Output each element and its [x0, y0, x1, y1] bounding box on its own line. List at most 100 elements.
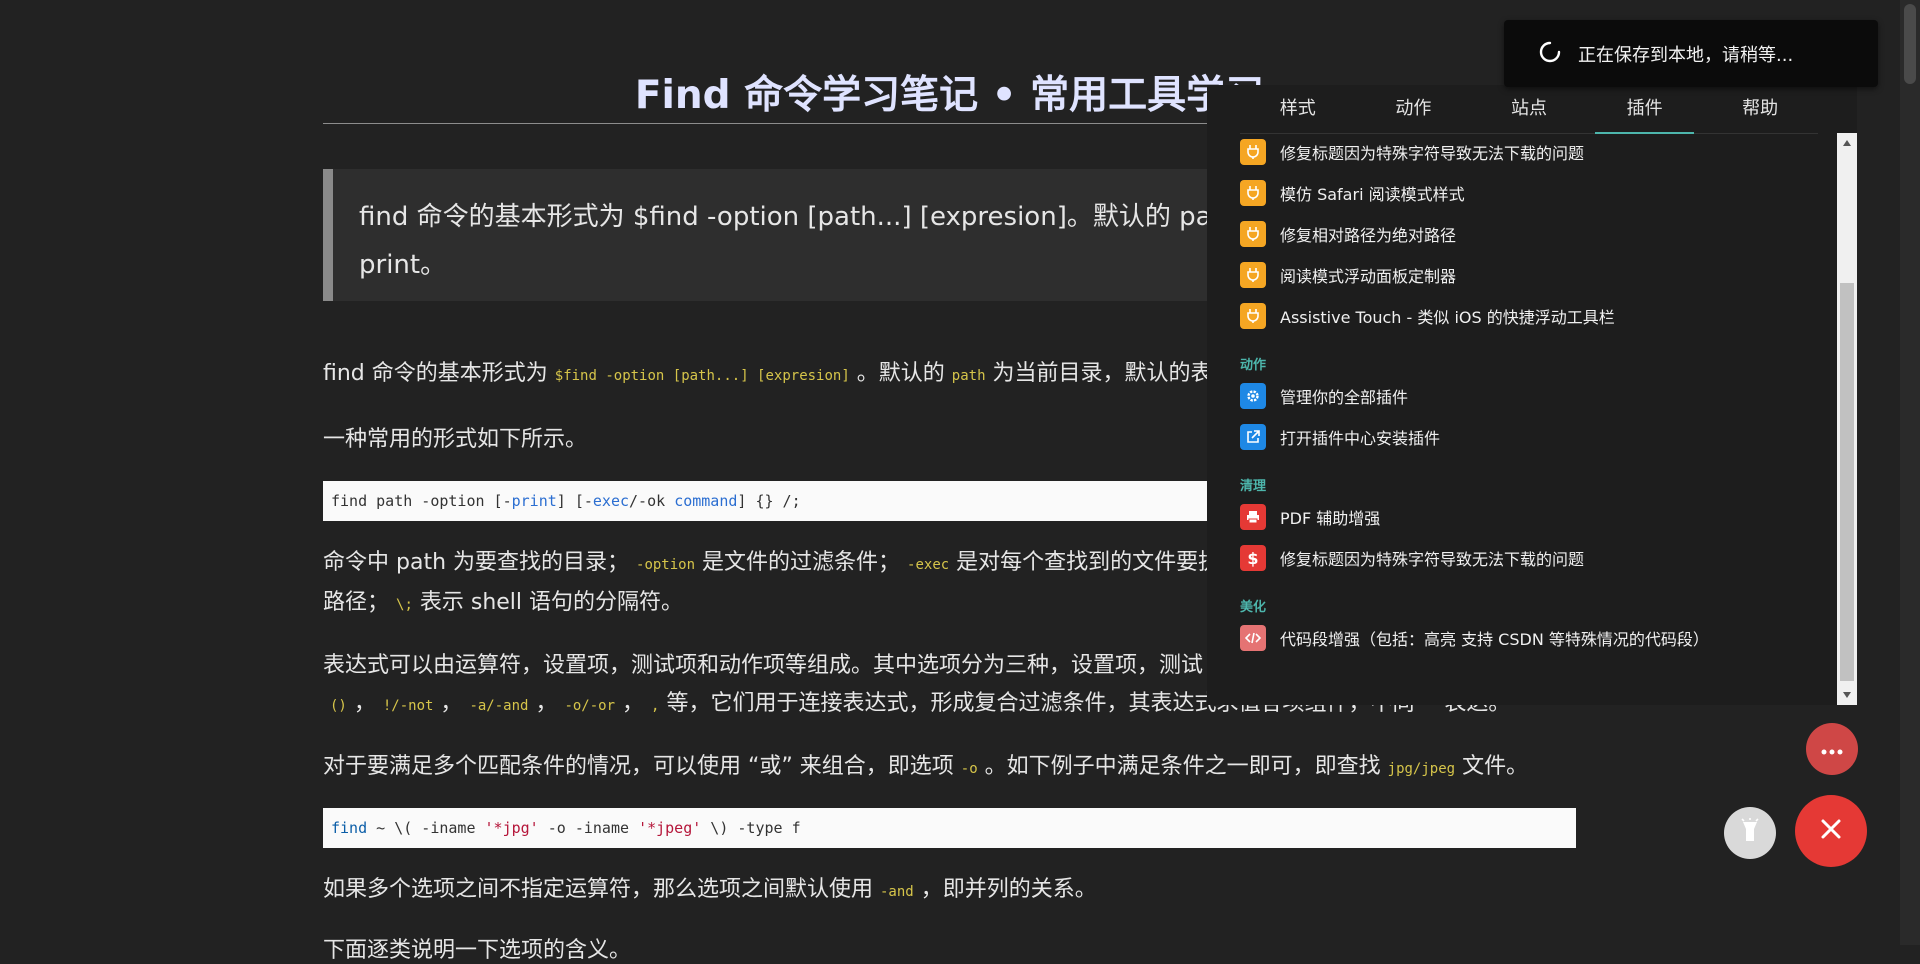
- section-heading-beauty: 美化: [1240, 600, 1267, 615]
- manage-plugins-item[interactable]: 管理你的全部插件: [1240, 379, 1800, 413]
- close-button[interactable]: [1795, 795, 1867, 867]
- code-token: ~ \( -iname: [367, 819, 485, 837]
- code-enhance-item[interactable]: 代码段增强（包括：高亮 支持 CSDN 等特殊情况的代码段）: [1240, 621, 1800, 655]
- panel-scrollbar[interactable]: [1837, 133, 1857, 705]
- separator: ，: [528, 691, 558, 716]
- plugin-list: 修复标题因为特殊字符导致无法下载的问题 模仿 Safari 阅读模式样式 修复相…: [1240, 135, 1820, 705]
- plug-icon: [1240, 139, 1266, 165]
- plugin-item[interactable]: 模仿 Safari 阅读模式样式: [1240, 176, 1800, 210]
- paragraph-text: ，即并列的关系。: [913, 877, 1097, 902]
- separator: ，: [615, 691, 645, 716]
- code-token: print: [511, 492, 557, 510]
- inline-code: -and: [880, 884, 914, 900]
- plugin-item-label: 打开插件中心安装插件: [1280, 429, 1441, 448]
- inline-code: -option: [636, 557, 696, 573]
- inline-code: -o: [960, 761, 978, 777]
- plugin-item-label: PDF 辅助增强: [1280, 509, 1381, 528]
- plugin-item-label: 修复标题因为特殊字符导致无法下载的问题: [1280, 144, 1585, 163]
- plugin-item[interactable]: 修复标题因为特殊字符导致无法下载的问题: [1240, 135, 1800, 169]
- paragraph-text: 文件。: [1455, 754, 1529, 779]
- paragraph-5: 对于要满足多个匹配条件的情况，可以使用 “或” 来组合，即选项 -o 。如下例子…: [323, 748, 1528, 780]
- inline-code: (): [330, 698, 347, 714]
- plugin-item[interactable]: 阅读模式浮动面板定制器: [1240, 258, 1800, 292]
- scroll-down-arrow-icon[interactable]: [1837, 685, 1857, 705]
- plugin-item-label: 管理你的全部插件: [1280, 388, 1409, 407]
- code-token: '*jpg': [484, 819, 539, 837]
- separator: ，: [346, 691, 376, 716]
- paragraph-3-line-2: 路径； \; 表示 shell 语句的分隔符。: [323, 584, 683, 616]
- flashlight-icon: [1739, 818, 1761, 848]
- separator: ，: [433, 691, 463, 716]
- gear-icon: [1240, 383, 1266, 409]
- paragraph-text: 如果多个选项之间不指定运算符，那么选项之间默认使用: [323, 877, 880, 902]
- code-block-2: find ~ \( -iname '*jpg' -o -iname '*jpeg…: [323, 808, 1576, 848]
- plugin-item-label: 阅读模式浮动面板定制器: [1280, 267, 1457, 286]
- paragraph-text: 对于要满足多个匹配条件的情况，可以使用 “或” 来组合，即选项: [323, 754, 961, 779]
- paragraph-6: 如果多个选项之间不指定运算符，那么选项之间默认使用 -and ，即并列的关系。: [323, 871, 1097, 903]
- paragraph-text: 为当前目录，默认的表: [985, 361, 1213, 386]
- inline-code: !/-not: [382, 698, 434, 714]
- tab-site[interactable]: 站点: [1471, 85, 1587, 133]
- plugin-item-label: 修复标题因为特殊字符导致无法下载的问题: [1280, 550, 1585, 569]
- plugin-item-label: 代码段增强（包括：高亮 支持 CSDN 等特殊情况的代码段）: [1280, 630, 1709, 649]
- inline-code: -a/-and: [469, 698, 529, 714]
- paragraph-text: 命令中 path 为要查找的目录；: [323, 550, 630, 575]
- section-heading-action: 动作: [1240, 358, 1267, 373]
- code-token: ] {} /;: [737, 492, 801, 510]
- code-token: exec: [592, 492, 630, 510]
- inline-code: jpg/jpeg: [1387, 761, 1456, 777]
- plugin-item[interactable]: 修复相对路径为绝对路径: [1240, 217, 1800, 251]
- plug-icon: [1240, 180, 1266, 206]
- plug-icon: [1240, 303, 1266, 329]
- open-plugin-center-item[interactable]: 打开插件中心安装插件: [1240, 420, 1800, 454]
- more-button[interactable]: [1806, 723, 1858, 775]
- paragraph-text: 表示 shell 语句的分隔符。: [412, 590, 684, 615]
- paragraph-2: 一种常用的形式如下所示。: [323, 427, 588, 452]
- code-token: /-ok: [629, 492, 675, 510]
- page-scrollbar[interactable]: [1900, 0, 1920, 945]
- paragraph-7: 下面逐类说明一下选项的含义。: [323, 938, 632, 963]
- tab-action[interactable]: 动作: [1356, 85, 1472, 133]
- scroll-up-arrow-icon[interactable]: [1837, 133, 1857, 153]
- paragraph-text: 路径；: [323, 590, 390, 615]
- plugin-item[interactable]: Assistive Touch - 类似 iOS 的快捷浮动工具栏: [1240, 299, 1800, 333]
- code-token: find path -option [-: [331, 492, 512, 510]
- code-token: -o -iname: [538, 819, 639, 837]
- printer-icon: [1240, 504, 1266, 530]
- code-icon: [1240, 625, 1266, 651]
- tab-plugins[interactable]: 插件: [1587, 85, 1703, 134]
- plug-icon: [1240, 262, 1266, 288]
- code-token: ] [-: [556, 492, 593, 510]
- pdf-enhance-item[interactable]: PDF 辅助增强: [1240, 500, 1800, 534]
- section-heading-clean: 清理: [1240, 479, 1267, 494]
- more-dots-icon: [1821, 740, 1843, 759]
- tab-style[interactable]: 样式: [1240, 85, 1356, 133]
- toast-message: 正在保存到本地，请稍等...: [1578, 44, 1794, 66]
- paragraph-text: 。如下例子中满足条件之一即可，即查找: [977, 754, 1388, 779]
- inline-code: path: [951, 368, 986, 384]
- paragraph-text: 是对每个查找到的文件要执: [949, 550, 1221, 575]
- paragraph-text: find 命令的基本形式为: [323, 361, 555, 386]
- paragraph-1: find 命令的基本形式为 $find -option [path...] [e…: [323, 355, 1213, 387]
- plugin-item-label: Assistive Touch - 类似 iOS 的快捷浮动工具栏: [1280, 308, 1615, 327]
- paragraph-4-line-1: 表达式可以由运算符，设置项，测试项和动作项等组成。其中选项分为三种，设置项，测试: [323, 653, 1204, 678]
- dollar-icon: $: [1240, 545, 1266, 571]
- code-token: \) -type f: [701, 819, 801, 837]
- inline-code: -exec: [907, 557, 950, 573]
- inline-code: $find -option [path...] [expresion]: [554, 368, 850, 384]
- paragraph-text: 是文件的过滤条件；: [695, 550, 901, 575]
- panel-tabs: 样式 动作 站点 插件 帮助: [1240, 85, 1818, 134]
- paragraph-3-line-1: 命令中 path 为要查找的目录； -option 是文件的过滤条件； -exe…: [323, 544, 1220, 576]
- code-token: command: [674, 492, 738, 510]
- close-icon: [1820, 818, 1842, 844]
- fix-title-item[interactable]: $ 修复标题因为特殊字符导致无法下载的问题: [1240, 541, 1800, 575]
- page-scrollbar-thumb[interactable]: [1904, 4, 1916, 84]
- external-link-icon: [1240, 424, 1266, 450]
- paragraph-text: 。默认的: [849, 361, 952, 386]
- focus-mode-button[interactable]: [1724, 807, 1776, 859]
- plug-icon: [1240, 221, 1266, 247]
- inline-code: -o/-or: [564, 698, 616, 714]
- tab-help[interactable]: 帮助: [1702, 85, 1818, 133]
- scrollbar-thumb[interactable]: [1840, 283, 1854, 681]
- code-token: '*jpeg': [638, 819, 702, 837]
